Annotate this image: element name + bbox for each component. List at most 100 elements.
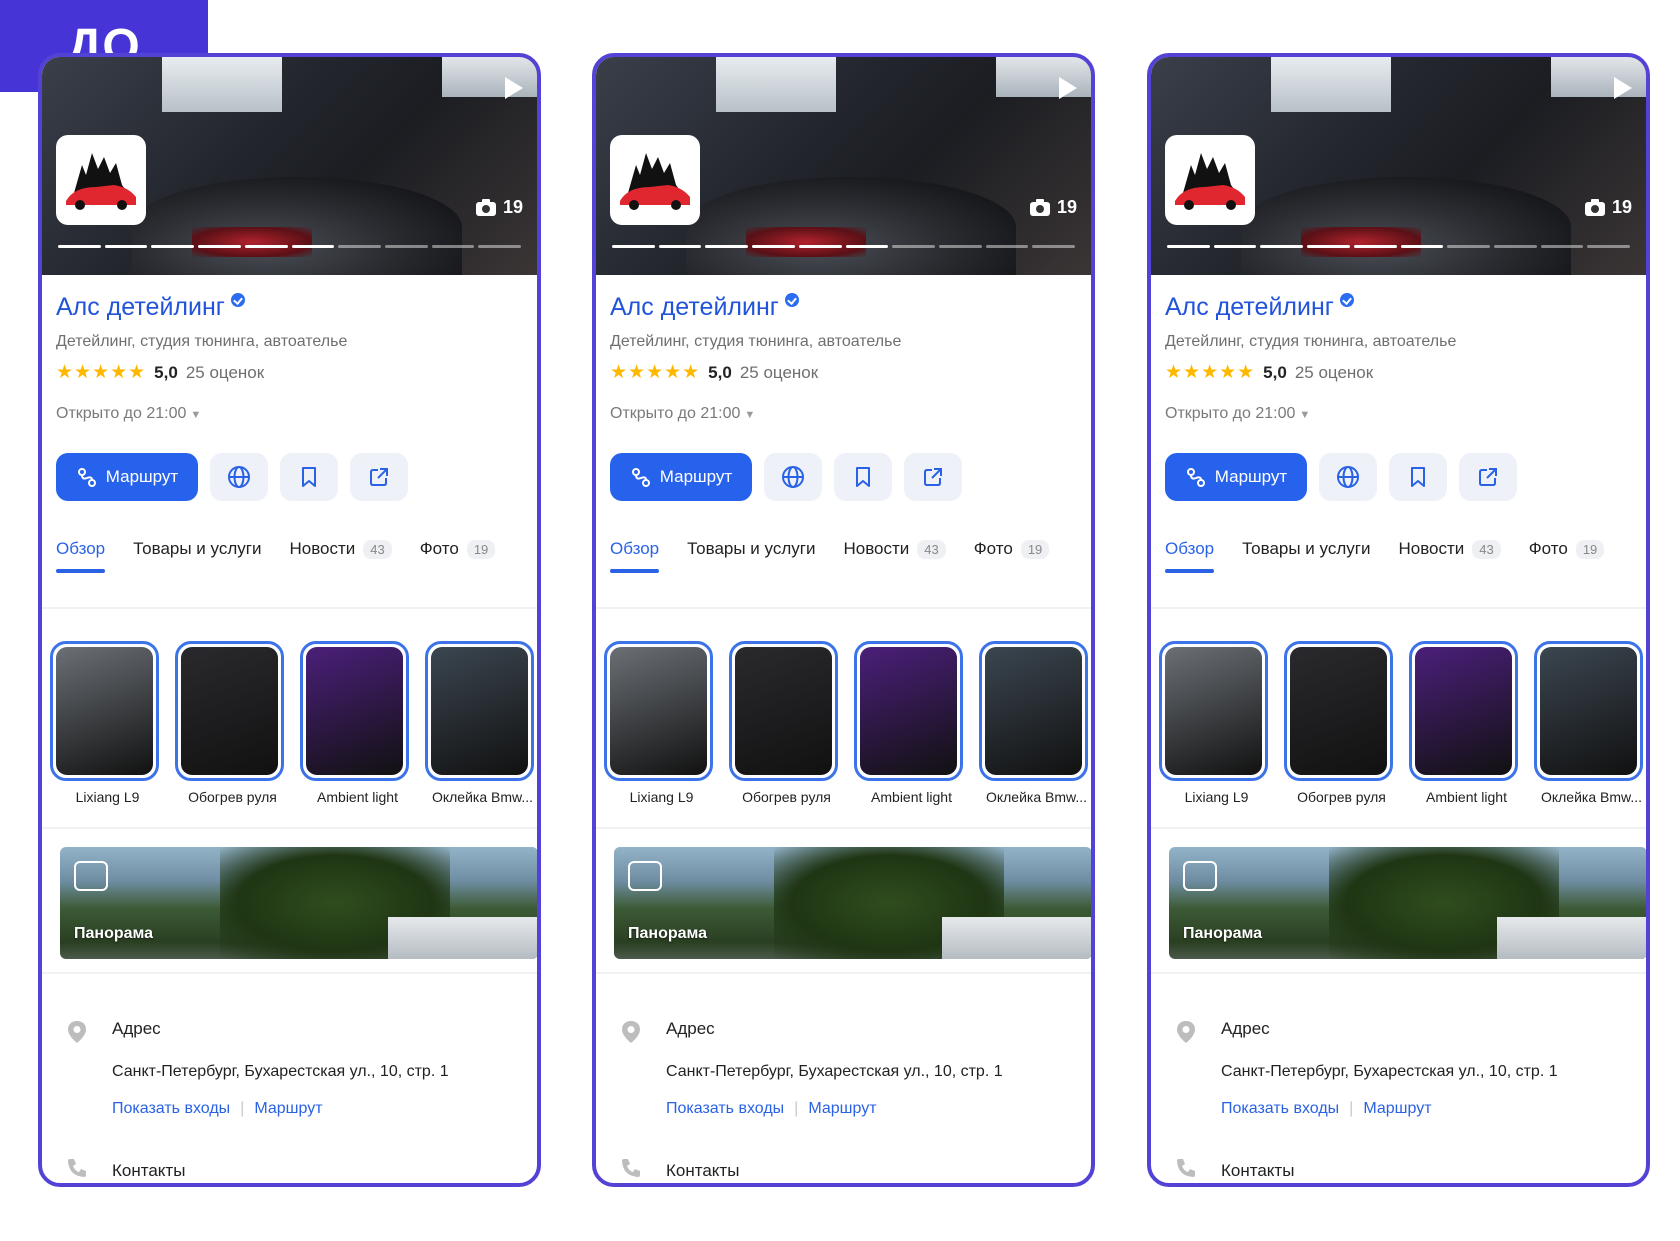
story-item[interactable]: Ambient light <box>1409 641 1524 805</box>
verified-icon <box>1339 292 1354 307</box>
camera-icon <box>1029 198 1050 216</box>
company-title[interactable]: Алс детейлинг <box>56 292 245 322</box>
phone-icon <box>68 1159 86 1177</box>
share-button[interactable] <box>1459 453 1517 501</box>
action-buttons: Маршрут <box>610 453 962 501</box>
story-label: Обогрев руля <box>742 789 831 805</box>
photo-count: 19 <box>502 197 523 217</box>
link-separator: | <box>240 1100 245 1117</box>
website-button[interactable] <box>764 453 822 501</box>
story-item[interactable]: Ambient light <box>854 641 969 805</box>
panorama-preview[interactable]: Панорама <box>614 847 1091 959</box>
tab-item[interactable]: Новости 43 <box>289 539 392 559</box>
play-icon[interactable] <box>505 77 523 99</box>
story-thumbnail <box>175 641 284 781</box>
story-item[interactable]: Оклейка Bmw... <box>1534 641 1646 805</box>
tab-item[interactable]: Обзор <box>56 539 106 573</box>
share-button[interactable] <box>350 453 408 501</box>
share-button[interactable] <box>904 453 962 501</box>
story-item[interactable]: Lixiang L9 <box>50 641 165 805</box>
tab-label: Фото <box>973 539 1013 558</box>
tab-label: Обзор <box>610 539 660 558</box>
panorama-preview[interactable]: Панорама <box>1169 847 1646 959</box>
tabs-bar: Обзор Товары и услуги Новости 43 Фото 19 <box>1165 539 1646 573</box>
panorama-label: Панорама <box>74 925 154 942</box>
route-icon <box>631 468 650 487</box>
chevron-down-icon: ▼ <box>190 409 202 421</box>
tab-item[interactable]: Новости 43 <box>843 539 946 559</box>
story-item[interactable]: Оклейка Bmw... <box>425 641 537 805</box>
route-button[interactable]: Маршрут <box>1165 453 1307 501</box>
photo-counter[interactable]: 19 <box>1584 197 1632 218</box>
location-pin-icon <box>1177 1021 1195 1043</box>
bookmark-button[interactable] <box>834 453 892 501</box>
story-thumbnail <box>1409 641 1518 781</box>
story-item[interactable]: Обогрев руля <box>729 641 844 805</box>
tab-item[interactable]: Товары и услуги <box>1242 539 1370 559</box>
story-item[interactable]: Lixiang L9 <box>604 641 719 805</box>
panorama-preview[interactable]: Панорама <box>60 847 537 959</box>
address-route-link[interactable]: Маршрут <box>808 1100 876 1118</box>
play-icon[interactable] <box>1059 77 1077 99</box>
route-button[interactable]: Маршрут <box>56 453 198 501</box>
tab-item[interactable]: Фото 19 <box>974 539 1050 559</box>
bookmark-icon <box>856 467 870 487</box>
rating-row[interactable]: ★★★★★ 5,0 25 оценок <box>1165 361 1373 384</box>
tab-label: Фото <box>1528 539 1568 558</box>
cover-photo[interactable]: 19 <box>42 57 537 275</box>
rating-row[interactable]: ★★★★★ 5,0 25 оценок <box>610 361 818 384</box>
story-thumbnail <box>50 641 159 781</box>
address-route-link[interactable]: Маршрут <box>254 1100 322 1118</box>
tab-item[interactable]: Фото 19 <box>420 539 496 559</box>
opening-hours[interactable]: Открыто до 21:00 ▼ <box>1165 405 1310 423</box>
tab-label: Новости <box>843 539 910 558</box>
tab-item[interactable]: Товары и услуги <box>687 539 815 559</box>
story-progress <box>612 245 1076 248</box>
hours-text: Открыто до 21:00 <box>56 405 187 422</box>
opening-hours[interactable]: Открыто до 21:00 ▼ <box>610 405 755 423</box>
address-links: Показать входы | Маршрут <box>1221 1100 1432 1118</box>
show-entrances-link[interactable]: Показать входы <box>112 1100 230 1118</box>
story-item[interactable]: Обогрев руля <box>175 641 290 805</box>
stars-icon: ★★★★★ <box>56 362 147 383</box>
bookmark-button[interactable] <box>1389 453 1447 501</box>
action-buttons: Маршрут <box>56 453 408 501</box>
story-item[interactable]: Lixiang L9 <box>1159 641 1274 805</box>
play-icon[interactable] <box>1614 77 1632 99</box>
tab-item[interactable]: Новости 43 <box>1398 539 1501 559</box>
website-button[interactable] <box>1319 453 1377 501</box>
share-icon <box>924 468 942 486</box>
story-item[interactable]: Обогрев руля <box>1284 641 1399 805</box>
tab-label: Товары и услуги <box>687 539 816 558</box>
company-title[interactable]: Алс детейлинг <box>1165 292 1354 322</box>
rating-row[interactable]: ★★★★★ 5,0 25 оценок <box>56 361 264 384</box>
tab-item[interactable]: Обзор <box>1165 539 1215 573</box>
cover-photo[interactable]: 19 <box>596 57 1091 275</box>
website-button[interactable] <box>210 453 268 501</box>
address-text: Санкт-Петербург, Бухарестская ул., 10, с… <box>1221 1063 1558 1080</box>
bookmark-button[interactable] <box>280 453 338 501</box>
show-entrances-link[interactable]: Показать входы <box>666 1100 784 1118</box>
photo-counter[interactable]: 19 <box>1029 197 1077 218</box>
company-categories: Детейлинг, студия тюнинга, автоателье <box>610 333 902 350</box>
company-logo <box>1165 135 1255 225</box>
address-route-link[interactable]: Маршрут <box>1363 1100 1431 1118</box>
show-entrances-link[interactable]: Показать входы <box>1221 1100 1339 1118</box>
address-links: Показать входы | Маршрут <box>112 1100 323 1118</box>
photo-counter[interactable]: 19 <box>475 197 523 218</box>
stories-row: Lixiang L9 Обогрев руля Ambient light Оклей… <box>1159 641 1646 805</box>
story-item[interactable]: Оклейка Bmw... <box>979 641 1091 805</box>
route-button[interactable]: Маршрут <box>610 453 752 501</box>
story-thumbnail <box>1534 641 1643 781</box>
tab-item[interactable]: Товары и услуги <box>133 539 261 559</box>
stars-icon: ★★★★★ <box>610 362 701 383</box>
opening-hours[interactable]: Открыто до 21:00 ▼ <box>56 405 201 423</box>
tab-item[interactable]: Фото 19 <box>1529 539 1605 559</box>
place-card-phone: 19 Алс детейлинг Детейлинг, студия тюнин… <box>592 53 1095 1187</box>
tab-item[interactable]: Обзор <box>610 539 660 573</box>
tab-label: Товары и услуги <box>1242 539 1371 558</box>
company-title[interactable]: Алс детейлинг <box>610 292 799 322</box>
story-label: Обогрев руля <box>1297 789 1386 805</box>
cover-photo[interactable]: 19 <box>1151 57 1646 275</box>
story-item[interactable]: Ambient light <box>300 641 415 805</box>
